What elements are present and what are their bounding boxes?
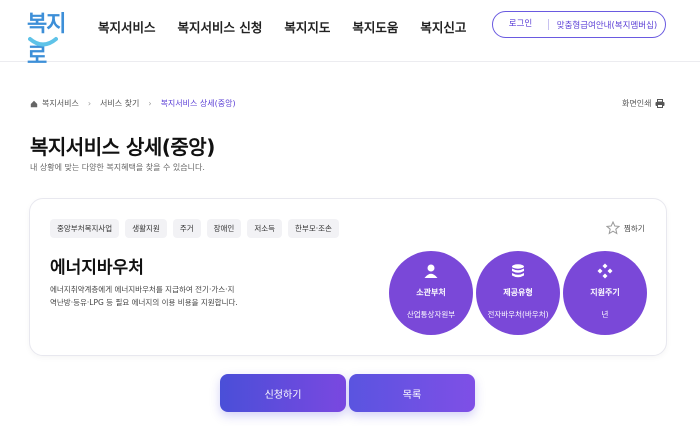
nav-welfare-services[interactable]: 복지서비스 — [98, 17, 156, 36]
chevron-right-icon: › — [148, 99, 152, 108]
info-label: 제공유형 — [503, 288, 533, 297]
person-icon — [424, 264, 438, 278]
info-label: 지원주기 — [590, 288, 620, 297]
main-nav: 복지서비스 복지서비스 신청 복지지도 복지도움 복지신고 — [98, 17, 488, 36]
tag: 주거 — [172, 219, 201, 238]
nav-welfare-report[interactable]: 복지신고 — [420, 17, 466, 36]
tag: 한부모·조손 — [288, 219, 339, 238]
tag: 저소득 — [247, 219, 283, 238]
info-circle-type: 제공유형 전자바우처(바우처) — [476, 251, 560, 335]
membership-guide-link[interactable]: 맞춤형급여안내(복지멤버십) — [549, 19, 665, 31]
chevron-right-icon: › — [87, 99, 92, 108]
tag: 장애인 — [206, 219, 242, 238]
bookmark-label: 찜하기 — [624, 223, 645, 233]
nav-welfare-map[interactable]: 복지지도 — [284, 17, 330, 36]
info-circle-department: 소관부처 산업통상자원부 — [389, 251, 473, 335]
bookmark-button[interactable]: 찜하기 — [606, 221, 645, 235]
breadcrumb-item[interactable]: 복지서비스 — [42, 98, 79, 109]
info-value: 산업통상자원부 — [406, 310, 456, 319]
list-button[interactable]: 목록 — [349, 374, 475, 412]
service-desc-line: 역난방·등유·LPG 등 필요 에너지의 이용 비용을 지원합니다. — [50, 298, 238, 307]
logo-smile-icon — [28, 37, 58, 47]
site-header: 복지로 복지서비스 복지서비스 신청 복지지도 복지도움 복지신고 로그인 맞춤… — [0, 0, 700, 69]
tag: 중앙부처복지사업 — [50, 219, 120, 238]
breadcrumb-item[interactable]: 서비스 찾기 — [100, 98, 139, 109]
tag: 생활지원 — [125, 219, 167, 238]
printer-icon — [655, 99, 665, 108]
login-link[interactable]: 로그인 — [493, 19, 549, 30]
service-description: 에너지취약계층에게 에너지바우처를 지급하여 전기·가스·지 역난방·등유·LP… — [50, 283, 280, 309]
breadcrumb: 복지서비스 › 서비스 찾기 › 복지서비스 상세(중앙) — [30, 98, 236, 109]
nav-service-apply[interactable]: 복지서비스 신청 — [178, 17, 263, 36]
tag-list: 중앙부처복지사업 생활지원 주거 장애인 저소득 한부모·조손 — [50, 219, 339, 238]
info-label: 소관부처 — [416, 288, 446, 297]
coins-icon — [512, 264, 524, 278]
apply-button[interactable]: 신청하기 — [220, 374, 346, 412]
page-description: 내 상황에 맞는 다양한 복지혜택을 찾을 수 있습니다. — [30, 163, 205, 172]
info-circle-cycle: 지원주기 년 — [563, 251, 647, 335]
info-value: 전자바우처(바우처) — [487, 310, 549, 319]
star-icon — [606, 221, 620, 235]
breadcrumb-current: 복지서비스 상세(중앙) — [160, 99, 236, 108]
home-icon[interactable] — [30, 100, 38, 108]
info-value: 년 — [601, 310, 609, 319]
print-label: 화면인쇄 — [622, 99, 652, 108]
print-button[interactable]: 화면인쇄 — [622, 98, 665, 109]
cycle-icon — [597, 263, 613, 279]
service-info-circles: 소관부처 산업통상자원부 제공유형 전자바우처(바우처) 지원주기 년 — [389, 251, 647, 335]
util-menu: 로그인 맞춤형급여안내(복지멤버십) — [492, 11, 666, 38]
service-card: 중앙부처복지사업 생활지원 주거 장애인 저소득 한부모·조손 찜하기 에너지바… — [29, 198, 667, 356]
nav-welfare-help[interactable]: 복지도움 — [352, 17, 398, 36]
service-desc-line: 에너지취약계층에게 에너지바우처를 지급하여 전기·가스·지 — [50, 285, 235, 294]
service-title: 에너지바우처 — [50, 258, 144, 278]
page-title: 복지서비스 상세(중앙) — [30, 135, 215, 159]
logo[interactable]: 복지로 — [27, 6, 79, 69]
